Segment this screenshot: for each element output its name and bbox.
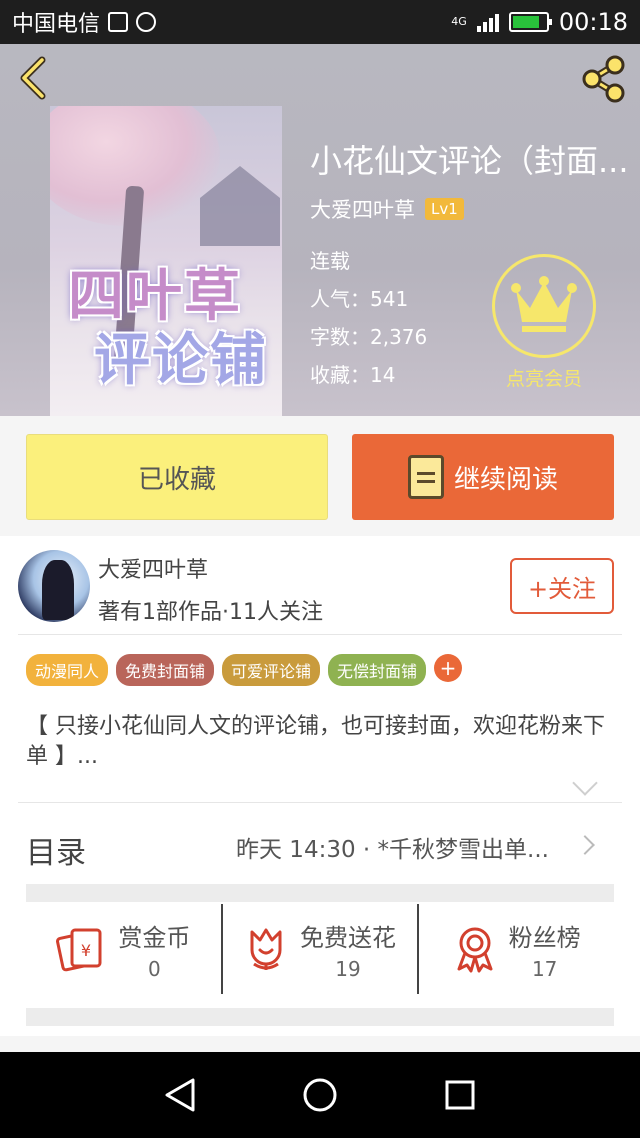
stat-value: 17 [531, 956, 558, 981]
book-cover-image[interactable]: 四叶草 评论铺 [50, 106, 282, 416]
clock: 00:18 [558, 8, 628, 36]
tag-list: 动漫同人 免费封面铺 可爱评论铺 无偿封面铺 + [26, 654, 463, 686]
stat-label: 赏金币 [118, 923, 191, 952]
reward-coins-stat[interactable]: ¥ 赏金币 0 [26, 904, 221, 994]
chevron-right-icon[interactable] [575, 835, 595, 855]
stats-row: ¥ 赏金币 0 免费送花 19 粉丝榜 17 [26, 904, 614, 994]
author-stats: 著有1部作品·11人关注 [98, 600, 323, 625]
book-title: 小花仙文评论（封面... [310, 142, 629, 180]
carrier-name: 中国电信 [12, 12, 101, 37]
stat-label: 免费送花 [300, 923, 396, 952]
book-icon [407, 455, 444, 499]
toc-latest-chapter[interactable]: 昨天 14:30 · *千秋梦雪出单... [236, 830, 576, 864]
stat-label: 粉丝榜 [508, 923, 581, 952]
circle-home-icon [303, 1078, 337, 1112]
square-recents-icon [445, 1080, 475, 1110]
system-nav-bar [0, 1052, 640, 1138]
action-bar: 已收藏 继续阅读 [0, 416, 640, 536]
popularity-row: 人气：541 [310, 287, 409, 311]
status-bar: 中国电信 4G 00:18 [0, 0, 640, 44]
section-separator [26, 884, 614, 902]
chevron-left-icon [20, 56, 46, 100]
follow-button[interactable]: +关注 [510, 558, 614, 614]
divider [18, 802, 622, 803]
triangle-back-icon [165, 1078, 195, 1112]
red-envelope-icon: ¥ [56, 928, 102, 972]
crown-icon [511, 276, 577, 332]
share-icon [582, 55, 625, 103]
book-description[interactable]: 【 只接小花仙同人文的评论铺，也可接封面，欢迎花粉来下单 】... [26, 712, 616, 772]
toc-label[interactable]: 目录 [26, 828, 86, 872]
section-separator [26, 1008, 614, 1026]
add-tag-button[interactable]: + [434, 654, 463, 682]
divider [18, 634, 622, 635]
continue-reading-label: 继续阅读 [453, 464, 558, 495]
book-meta: 连载 人气：541 字数：2,376 收藏：14 [310, 242, 427, 394]
medal-icon [457, 927, 493, 973]
svg-text:¥: ¥ [81, 941, 91, 960]
tag-item[interactable]: 动漫同人 [26, 654, 109, 686]
tag-item[interactable]: 可爱评论铺 [222, 654, 321, 686]
book-author-row: 大爱四叶草 Lv1 [310, 194, 464, 224]
book-header: 四叶草 评论铺 小花仙文评论（封面... 大爱四叶草 Lv1 连载 人气：541 … [0, 44, 640, 416]
chevron-down-icon[interactable] [572, 770, 598, 796]
vip-label[interactable]: 点亮会员 [486, 364, 602, 391]
fan-ranking-stat[interactable]: 粉丝榜 17 [417, 904, 614, 994]
continue-reading-button[interactable]: 继续阅读 [352, 434, 614, 520]
battery-icon [508, 12, 552, 32]
signal-icon [476, 12, 499, 32]
gallery-notification-icon [108, 12, 129, 32]
vip-button[interactable] [492, 254, 596, 358]
share-button[interactable] [578, 54, 628, 104]
tag-item[interactable]: 无偿封面铺 [328, 654, 427, 686]
blocked-notification-icon [136, 12, 157, 32]
nav-back-button[interactable] [160, 1075, 200, 1115]
flower-icon [250, 928, 282, 970]
nav-home-button[interactable] [300, 1075, 340, 1115]
stat-value: 0 [147, 956, 161, 981]
favorites-row: 收藏：14 [310, 363, 396, 387]
back-button[interactable] [14, 56, 58, 100]
author-avatar[interactable] [18, 550, 90, 622]
tag-item[interactable]: 免费封面铺 [116, 654, 215, 686]
book-status: 连载 [310, 249, 350, 273]
author-name[interactable]: 大爱四叶草 [98, 552, 208, 584]
nav-recents-button[interactable] [440, 1075, 480, 1115]
level-badge: Lv1 [425, 198, 464, 220]
network-type-label: 4G [451, 15, 467, 28]
cover-title-art: 四叶草 评论铺 [68, 263, 268, 393]
free-flowers-stat[interactable]: 免费送花 19 [220, 904, 418, 994]
detail-panel: 大爱四叶草 著有1部作品·11人关注 +关注 动漫同人 免费封面铺 可爱评论铺 … [0, 536, 640, 1036]
word-count-row: 字数：2,376 [310, 325, 428, 349]
stat-value: 19 [335, 956, 361, 981]
book-author[interactable]: 大爱四叶草 [310, 194, 415, 224]
favorited-button[interactable]: 已收藏 [26, 434, 328, 520]
